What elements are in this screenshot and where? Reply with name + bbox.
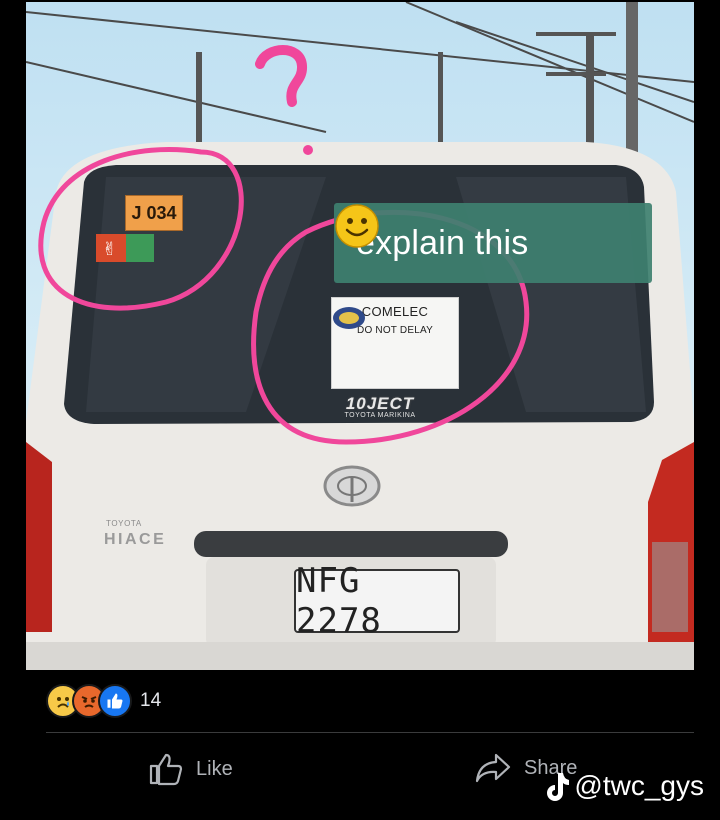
reaction-summary[interactable]: 14 xyxy=(46,684,161,718)
question-mark xyxy=(255,45,307,107)
license-plate: NFG 2278 xyxy=(294,561,460,641)
smiling-face-icon xyxy=(335,204,379,248)
dealer-logo: 10JECT xyxy=(345,394,415,413)
registration-sticker-code: J 034 xyxy=(131,202,177,223)
action-divider xyxy=(46,732,694,733)
tiktok-watermark: @twc_gys xyxy=(544,770,704,802)
caption-text: explain this xyxy=(356,223,529,262)
reaction-count: 14 xyxy=(140,690,162,711)
watermark-handle: @twc_gys xyxy=(574,770,704,801)
model-name: HIACE xyxy=(104,531,167,548)
thumbs-up-icon xyxy=(149,753,183,786)
dealer-name: TOYOTA MARIKINA xyxy=(344,412,416,419)
registration-sticker: J 034 xyxy=(125,195,183,231)
like-reaction-icon xyxy=(98,684,132,718)
svg-text:✌: ✌ xyxy=(102,239,117,260)
license-plate-number: NFG 2278 xyxy=(296,561,382,641)
comelec-sign: COMELEC DO NOT DELAY xyxy=(332,298,458,388)
dealer-decal: 10JECT TOYOTA MARIKINA xyxy=(310,394,450,424)
left-tail-light xyxy=(26,442,52,632)
model-brand: TOYOTA xyxy=(106,519,142,528)
green-sticker xyxy=(126,234,154,262)
post-photo[interactable]: ✌ J 034 explain this COMELEC DO NOT DELA… xyxy=(26,2,694,670)
like-button[interactable]: Like xyxy=(148,752,233,786)
share-arrow-icon xyxy=(475,753,511,783)
comelec-seal-icon xyxy=(333,307,365,329)
like-label: Like xyxy=(196,757,233,780)
caption-overlay: explain this xyxy=(334,203,652,283)
door-handle-bar xyxy=(194,531,508,557)
tiktok-logo-icon xyxy=(547,773,570,801)
